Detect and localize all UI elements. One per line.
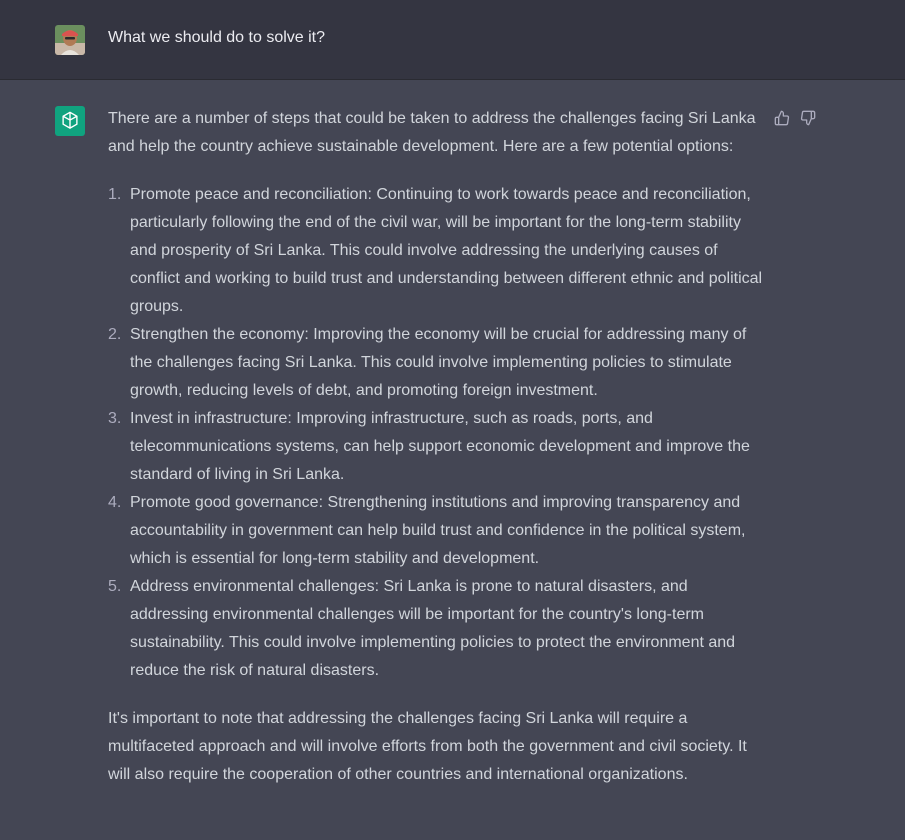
list-item-number: 2. [108,326,122,343]
list-item-text: Promote good governance: Strengthening i… [130,494,746,567]
list-item-number: 5. [108,578,122,595]
user-message-row: What we should do to solve it? [0,0,905,80]
list-item: 3. Invest in infrastructure: Improving i… [108,405,768,489]
assistant-intro-paragraph: There are a number of steps that could b… [108,110,756,155]
list-item: 1. Promote peace and reconciliation: Con… [108,181,768,321]
user-avatar-photo-icon [55,25,85,55]
assistant-message-row: There are a number of steps that could b… [0,80,905,840]
list-item-number: 1. [108,186,122,203]
user-avatar [55,25,85,55]
list-item-number: 3. [108,410,122,427]
thumbs-up-icon[interactable] [774,108,790,126]
user-message-text: What we should do to solve it? [108,29,326,46]
list-item-number: 4. [108,494,122,511]
steps-list: 1. Promote peace and reconciliation: Con… [108,181,768,685]
list-item-text: Invest in infrastructure: Improving infr… [130,410,750,483]
list-item: 2. Strengthen the economy: Improving the… [108,321,768,405]
list-item-text: Strengthen the economy: Improving the ec… [130,326,747,399]
feedback-buttons [774,108,816,126]
assistant-message-content: There are a number of steps that could b… [108,105,768,789]
list-item-text: Promote peace and reconciliation: Contin… [130,186,763,315]
list-item-text: Address environmental challenges: Sri La… [130,578,736,679]
assistant-outro-paragraph: It's important to note that addressing t… [108,710,747,783]
thumbs-down-icon[interactable] [800,108,816,126]
openai-logo-icon [55,106,85,136]
list-item: 5. Address environmental challenges: Sri… [108,573,768,685]
list-item: 4. Promote good governance: Strengthenin… [108,489,768,573]
